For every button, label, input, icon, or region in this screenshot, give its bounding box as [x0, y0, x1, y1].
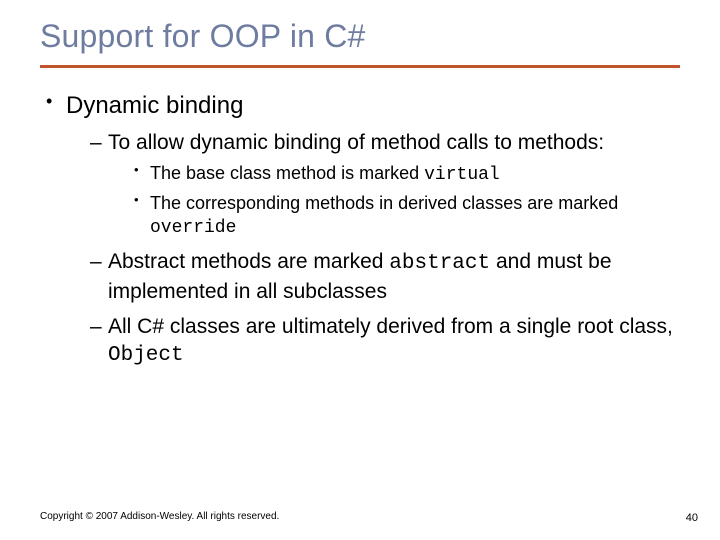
bullet-list-level3: The base class method is marked virtual …	[108, 162, 680, 240]
slide: Support for OOP in C# Dynamic binding To…	[0, 0, 720, 540]
bullet-list-level1: Dynamic binding To allow dynamic binding…	[40, 90, 680, 370]
bullet-text: Abstract methods are marked	[108, 250, 389, 273]
code-keyword: Object	[108, 344, 184, 367]
list-item: Dynamic binding To allow dynamic binding…	[44, 90, 680, 370]
bullet-text: The base class method is marked	[150, 163, 424, 183]
code-keyword: override	[150, 218, 236, 238]
list-item: The base class method is marked virtual	[134, 162, 680, 187]
slide-title: Support for OOP in C#	[40, 18, 680, 55]
bullet-text: The corresponding methods in derived cla…	[150, 193, 618, 213]
page-number: 40	[686, 512, 698, 524]
bullet-list-level2: To allow dynamic binding of method calls…	[66, 129, 680, 370]
code-keyword: abstract	[389, 252, 490, 275]
list-item: To allow dynamic binding of method calls…	[90, 129, 680, 240]
copyright-footer: Copyright © 2007 Addison-Wesley. All rig…	[40, 511, 279, 522]
list-item: The corresponding methods in derived cla…	[134, 192, 680, 241]
bullet-text: Dynamic binding	[66, 92, 243, 119]
title-divider	[40, 65, 680, 68]
bullet-text: All C# classes are ultimately derived fr…	[108, 315, 673, 338]
code-keyword: virtual	[424, 165, 500, 185]
list-item: All C# classes are ultimately derived fr…	[90, 313, 680, 370]
list-item: Abstract methods are marked abstract and…	[90, 248, 680, 305]
bullet-text: To allow dynamic binding of method calls…	[108, 131, 604, 154]
